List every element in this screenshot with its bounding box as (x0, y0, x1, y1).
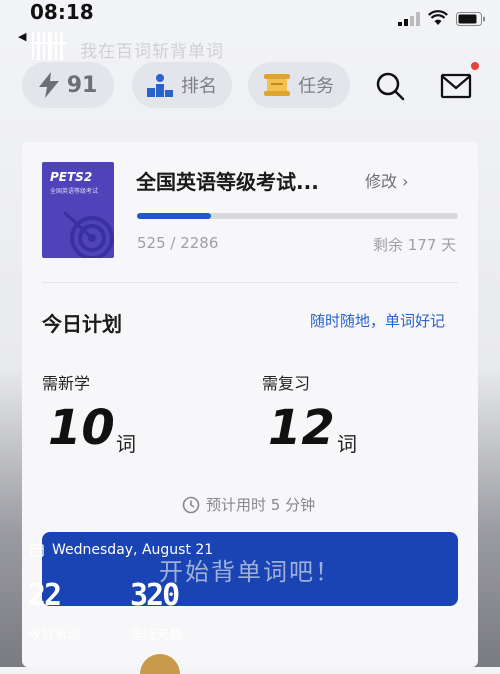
plan-title: 今日计划 (42, 312, 122, 336)
new-words-label: 需新学 (42, 374, 91, 393)
battery-icon (456, 12, 485, 26)
time-estimate: 预计用时 5 分钟 (182, 494, 315, 515)
target-icon (62, 210, 114, 258)
podium-icon (147, 74, 173, 97)
progress-bar-fill (137, 213, 211, 219)
energy-button[interactable]: 91 (22, 62, 114, 108)
progress-bar (137, 213, 458, 219)
widget-date-text: Wednesday, August 21 (52, 542, 214, 558)
back-link[interactable]: ◀ (18, 30, 26, 43)
progress-count: 525 / 2286 (137, 234, 219, 252)
days-remaining: 剩余 177 天 (373, 236, 457, 254)
lightning-icon (38, 72, 59, 98)
new-words-count: 10 (48, 400, 115, 456)
review-words-count: 12 (268, 400, 335, 456)
calendar-icon (30, 544, 44, 557)
rank-button[interactable]: 排名 (132, 62, 232, 108)
book-code: PETS2 (50, 170, 93, 184)
divider (42, 282, 458, 283)
book-title: 全国英语等级考试... (136, 170, 319, 194)
streak-days-count: 320 (130, 578, 180, 613)
status-time: 08:18 (30, 0, 94, 24)
book-cover[interactable]: PETS2 全国英语等级考试 (42, 162, 114, 258)
rank-label: 排名 (181, 76, 217, 97)
book-cover-subtitle: 全国英语等级考试 (50, 188, 99, 195)
signal-icon (398, 12, 420, 26)
app-logo-icon (30, 32, 66, 60)
review-words-label: 需复习 (262, 374, 311, 393)
plan-slogan-link[interactable]: 随时随地，单词好记 (310, 310, 445, 331)
app-slogan: 我在百词斩背单词 (80, 42, 224, 62)
energy-count: 91 (66, 72, 98, 98)
notification-dot (471, 62, 479, 70)
new-words-unit: 词 (116, 432, 136, 456)
today-words-label: 今日单词 (28, 628, 81, 643)
time-estimate-text: 预计用时 5 分钟 (206, 496, 316, 514)
scroll-icon (264, 74, 290, 96)
search-icon[interactable] (374, 70, 406, 102)
today-words-count: 22 (28, 578, 62, 613)
review-words-unit: 词 (337, 432, 357, 456)
clock-icon (182, 496, 200, 513)
mail-icon[interactable] (440, 72, 472, 100)
widget-date: Wednesday, August 21 (30, 542, 213, 558)
edit-book-button[interactable]: 修改 › (365, 168, 409, 192)
task-label: 任务 (298, 76, 334, 97)
streak-days-label: 坚持天数 (130, 628, 183, 643)
task-button[interactable]: 任务 (248, 62, 350, 108)
wifi-icon (428, 10, 448, 25)
